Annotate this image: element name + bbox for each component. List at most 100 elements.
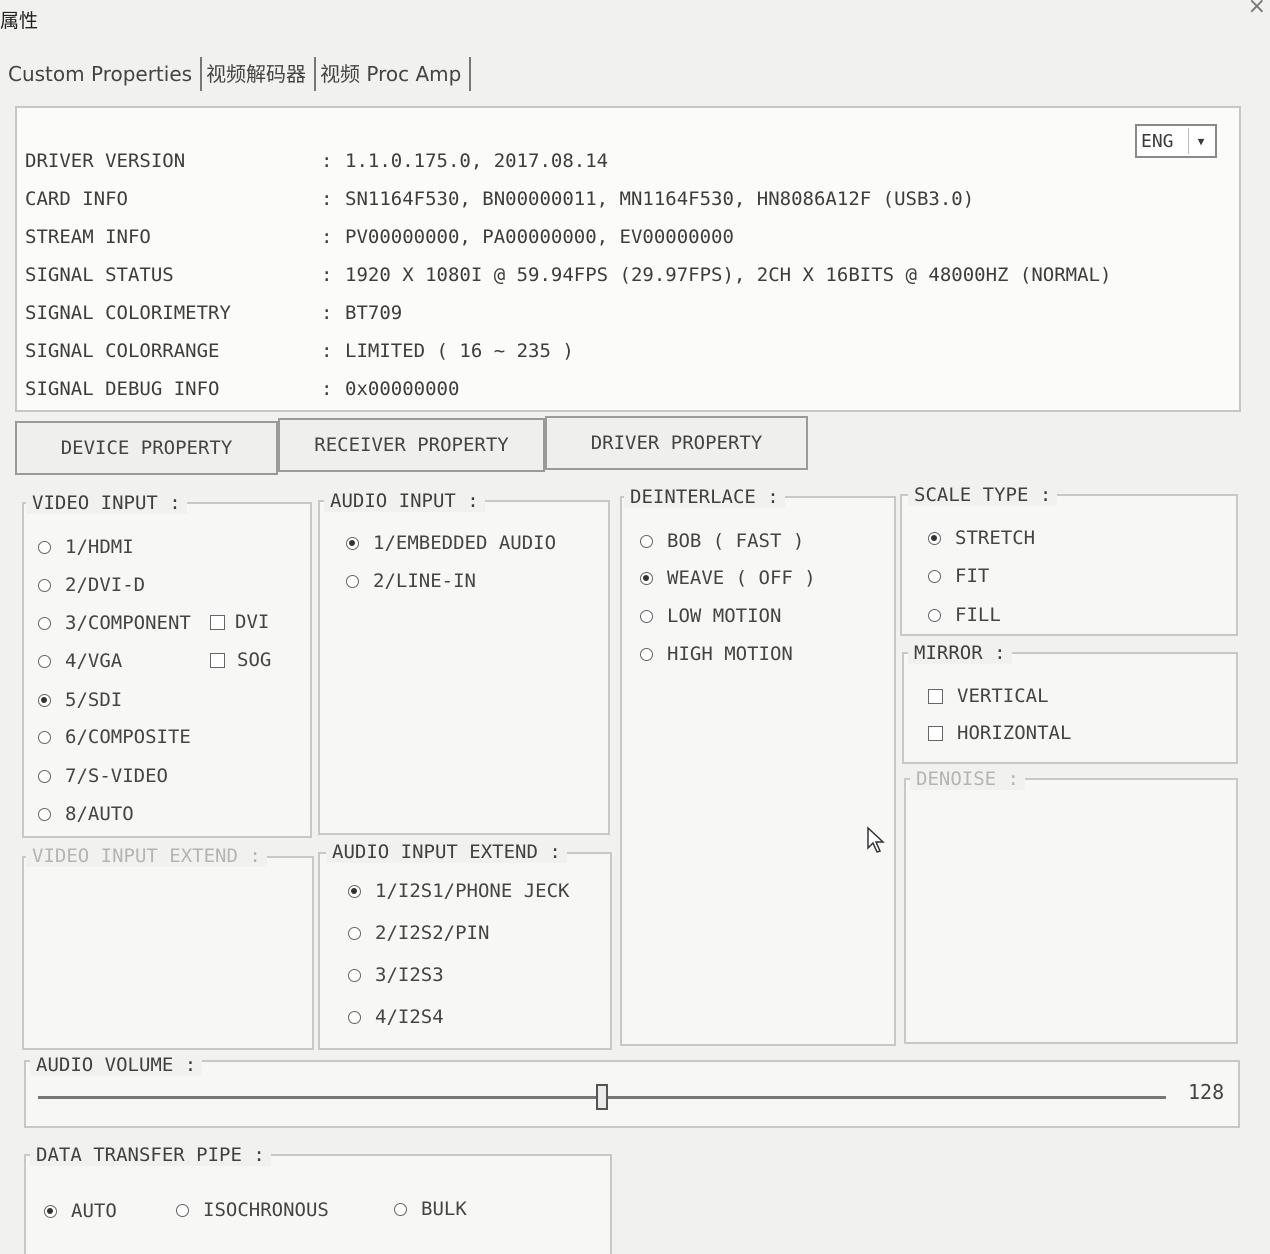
radio-deinterlace-weave[interactable]: WEAVE ( OFF ) [640,567,816,589]
radio-button[interactable] [640,647,653,661]
radio-video-input-s-video[interactable]: 7/S-VIDEO [38,765,168,787]
radio-audio-line-in[interactable]: 2/LINE-IN [346,570,476,592]
radio-button[interactable] [394,1202,407,1216]
option-label: 4/VGA [65,650,123,672]
radio-audio-ext-i2s2[interactable]: 2/I2S2/PIN [348,922,489,944]
option-label: 8/AUTO [65,803,134,825]
info-value: BT709 [345,302,403,324]
info-panel: DRIVER VERSION:1.1.0.175.0, 2017.08.14 C… [15,106,1241,412]
option-label: 2/LINE-IN [373,570,476,592]
radio-button-selected[interactable] [348,884,361,898]
radio-button[interactable] [38,540,51,554]
option-label: BOB ( FAST ) [667,530,805,552]
radio-button[interactable] [640,534,653,548]
radio-button[interactable] [928,608,941,622]
deinterlace-title: DEINTERLACE : [624,486,785,508]
radio-button[interactable] [38,578,51,592]
radio-video-input-component[interactable]: 3/COMPONENT [38,612,191,634]
audio-volume-title: AUDIO VOLUME : [30,1054,203,1076]
radio-button[interactable] [38,730,51,744]
video-input-title: VIDEO INPUT : [26,492,187,514]
info-row-card-info: CARD INFO: SN1164F530, BN00000011, MN1164… [25,188,975,210]
radio-video-input-vga[interactable]: 4/VGA [38,650,122,672]
info-label: STREAM INFO [25,226,151,248]
mouse-cursor-icon [866,826,886,858]
radio-button[interactable] [348,1010,361,1024]
radio-pipe-auto[interactable]: AUTO [44,1200,117,1222]
radio-pipe-isochronous[interactable]: ISOCHRONOUS [176,1199,329,1221]
radio-button[interactable] [38,654,51,668]
radio-button-selected[interactable] [38,693,51,707]
radio-pipe-bulk[interactable]: BULK [394,1198,467,1220]
option-label: 3/COMPONENT [65,612,191,634]
checkbox[interactable] [210,652,225,668]
radio-audio-ext-i2s3[interactable]: 3/I2S3 [348,964,444,986]
radio-button-selected[interactable] [44,1204,57,1218]
radio-deinterlace-low-motion[interactable]: LOW MOTION [640,605,781,627]
checkbox-dvi[interactable]: DVI [210,611,269,633]
info-value: 0x00000000 [345,378,460,400]
radio-button[interactable] [38,807,51,821]
info-row-signal-debug-info: SIGNAL DEBUG INFO:0x00000000 [25,378,460,400]
tab-proc-amp[interactable]: 视频 Proc Amp [316,57,472,91]
chevron-down-icon[interactable]: ▼ [1188,128,1213,154]
radio-deinterlace-bob[interactable]: BOB ( FAST ) [640,530,804,552]
radio-button-selected[interactable] [928,531,941,545]
option-label: 4/I2S4 [375,1006,444,1028]
checkbox[interactable] [210,614,225,630]
radio-scale-fill[interactable]: FILL [928,604,1001,626]
info-row-signal-status: SIGNAL STATUS:1920 X 1080I @ 59.94FPS (2… [25,264,1112,286]
radio-button[interactable] [928,569,941,583]
info-label: SIGNAL COLORIMETRY [25,302,231,324]
radio-audio-ext-i2s1[interactable]: 1/I2S1/PHONE JECK [348,880,569,902]
radio-button[interactable] [348,968,361,982]
checkbox-sog[interactable]: SOG [210,649,271,671]
radio-button-selected[interactable] [346,536,359,550]
option-label: 1/I2S1/PHONE JECK [375,880,570,902]
checkbox[interactable] [928,688,943,704]
radio-video-input-composite[interactable]: 6/COMPOSITE [38,726,191,748]
tab-video-decoder[interactable]: 视频解码器 [202,57,317,91]
radio-deinterlace-high-motion[interactable]: HIGH MOTION [640,643,793,665]
radio-button[interactable] [640,609,653,623]
video-input-extend-group [22,856,314,1050]
radio-scale-fit[interactable]: FIT [928,565,989,587]
info-label: SIGNAL COLORRANGE [25,340,220,362]
checkbox-mirror-vertical[interactable]: VERTICAL [928,685,1049,707]
option-label: BULK [421,1198,467,1220]
language-select[interactable]: ENG ▼ [1135,124,1217,158]
radio-button-selected[interactable] [640,571,653,585]
radio-button[interactable] [38,769,51,783]
radio-audio-embedded[interactable]: 1/EMBEDDED AUDIO [346,532,556,554]
checkbox-mirror-horizontal[interactable]: HORIZONTAL [928,722,1071,744]
option-label: SOG [237,649,272,671]
radio-audio-ext-i2s4[interactable]: 4/I2S4 [348,1006,444,1028]
radio-button[interactable] [176,1203,189,1217]
option-label: 3/I2S3 [375,964,444,986]
radio-scale-stretch[interactable]: STRETCH [928,527,1035,549]
audio-volume-value: 128 [1188,1080,1225,1104]
data-transfer-pipe-title: DATA TRANSFER PIPE : [30,1144,271,1166]
device-property-button[interactable]: DEVICE PROPERTY [15,421,278,475]
receiver-property-button[interactable]: RECEIVER PROPERTY [278,418,545,472]
audio-volume-slider-thumb[interactable] [596,1084,608,1110]
radio-video-input-dvi-d[interactable]: 2/DVI-D [38,574,145,596]
denoise-group [904,778,1238,1044]
language-value: ENG [1141,131,1174,152]
option-label: HORIZONTAL [957,722,1072,744]
radio-button[interactable] [348,926,361,940]
radio-button[interactable] [38,616,51,630]
tab-custom-properties[interactable]: Custom Properties [4,57,203,91]
checkbox[interactable] [928,725,943,741]
driver-property-button[interactable]: DRIVER PROPERTY [545,416,808,470]
option-label: 1/HDMI [65,536,134,558]
radio-video-input-hdmi[interactable]: 1/HDMI [38,536,134,558]
radio-video-input-sdi[interactable]: 5/SDI [38,689,122,711]
option-label: HIGH MOTION [667,643,793,665]
info-value: SN1164F530, BN00000011, MN1164F530, HN80… [345,188,975,210]
audio-input-extend-title: AUDIO INPUT EXTEND : [326,841,567,863]
option-label: 7/S-VIDEO [65,765,168,787]
radio-video-input-auto[interactable]: 8/AUTO [38,803,134,825]
close-icon[interactable]: × [1248,0,1266,19]
radio-button[interactable] [346,574,359,588]
